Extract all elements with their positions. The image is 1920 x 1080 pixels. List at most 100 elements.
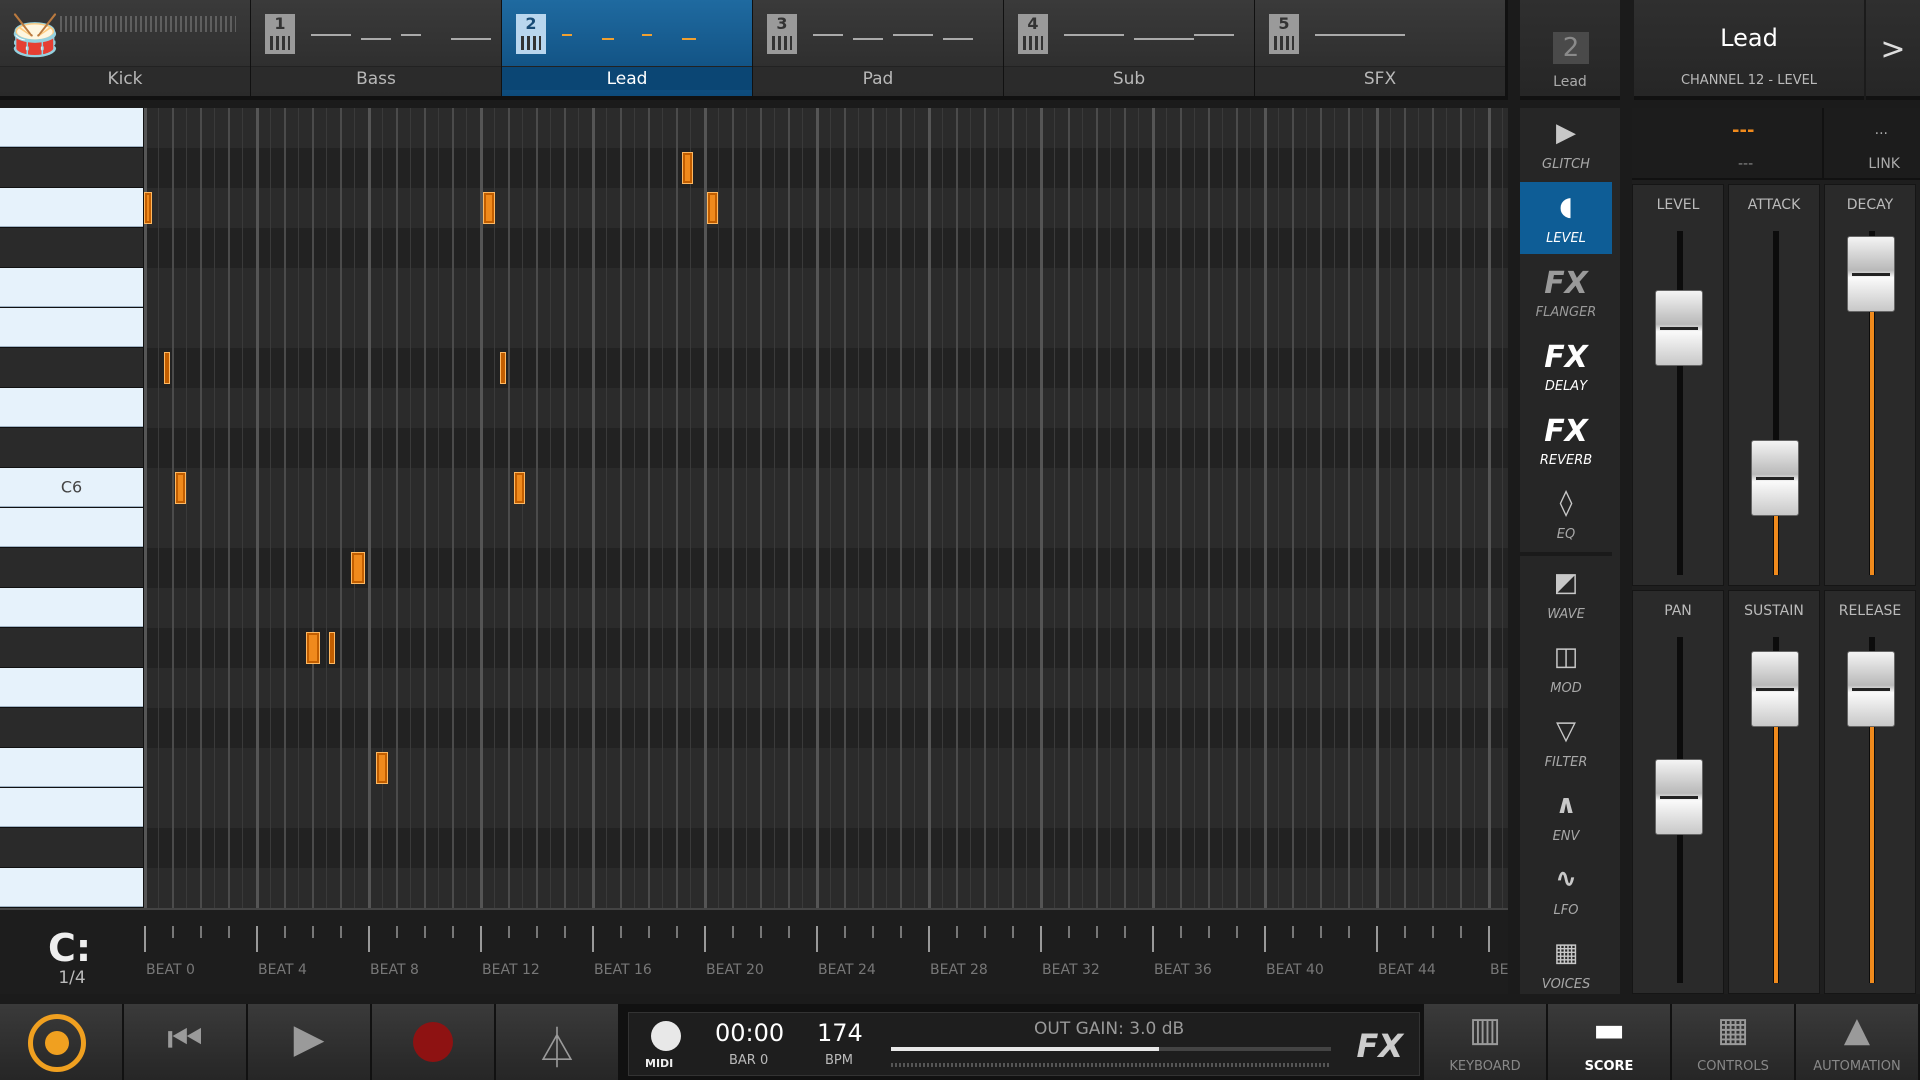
master-fx-button[interactable]: FX	[1356, 1027, 1403, 1065]
snap-value: 1/4	[58, 968, 86, 988]
piano-key[interactable]	[0, 428, 143, 467]
voices-icon: ▦	[1553, 938, 1579, 968]
app-menu-button[interactable]	[0, 1004, 124, 1080]
link-button[interactable]: LINK	[1868, 156, 1900, 172]
grid-subline	[1502, 108, 1503, 908]
piano-key[interactable]	[0, 308, 143, 347]
tool-filter[interactable]: ▽ FILTER	[1520, 706, 1612, 778]
ruler-tick	[900, 926, 902, 938]
tool-level[interactable]: ◖ LEVEL	[1520, 182, 1612, 254]
piano-key[interactable]	[0, 108, 143, 147]
tool-mod[interactable]: ◫ MOD	[1520, 632, 1612, 704]
piano-key[interactable]	[0, 628, 143, 667]
piano-key[interactable]	[0, 348, 143, 387]
snap-selector[interactable]: C: 1/4	[0, 908, 144, 994]
piano-key[interactable]	[0, 668, 143, 707]
note-block[interactable]	[376, 752, 388, 784]
note-block[interactable]	[306, 632, 321, 664]
track-kick[interactable]: 🥁 Kick	[0, 0, 251, 100]
ruler-tick	[872, 926, 874, 938]
nav-keyboard[interactable]: ▥ KEYBOARD	[1424, 1004, 1548, 1080]
note-block[interactable]	[163, 352, 170, 384]
note-block[interactable]	[174, 472, 186, 504]
nav-controls[interactable]: ▦ CONTROLS	[1672, 1004, 1796, 1080]
tool-voices[interactable]: ▦ VOICES	[1520, 928, 1612, 1000]
ruler-tick	[396, 926, 398, 938]
tool-separator	[1520, 552, 1612, 556]
channel-selector[interactable]: 2 Lead	[1520, 0, 1620, 100]
piano-key[interactable]	[0, 388, 143, 427]
grid-line	[1208, 108, 1210, 908]
fader-knob[interactable]	[1847, 650, 1895, 727]
grid-line	[1040, 108, 1043, 908]
piano-key[interactable]	[0, 228, 143, 267]
piano-keyboard[interactable]: C6	[0, 108, 144, 908]
piano-key[interactable]	[0, 588, 143, 627]
note-block[interactable]	[351, 552, 366, 584]
channel-number: 2	[1553, 32, 1589, 64]
fader-knob[interactable]	[1751, 440, 1799, 517]
piano-key[interactable]	[0, 828, 143, 867]
track-pad[interactable]: 3 Pad	[753, 0, 1004, 100]
record-button[interactable]	[372, 1004, 496, 1080]
ruler-tick	[200, 926, 202, 938]
piano-key[interactable]	[0, 708, 143, 747]
fader-knob[interactable]	[1751, 650, 1799, 727]
ruler-tick	[1348, 926, 1350, 938]
beat-ruler[interactable]: BEAT 0 BEAT 4 BEAT 8 BEAT 12 BEAT 16 BEAT 20 B…	[144, 908, 1508, 994]
note-block[interactable]	[706, 192, 718, 224]
track-bass[interactable]: 1 Bass	[251, 0, 502, 100]
track-sub[interactable]: 4 Sub	[1004, 0, 1255, 100]
piano-key[interactable]	[0, 788, 143, 827]
fader-track[interactable]	[1677, 231, 1683, 575]
note-block[interactable]	[681, 152, 693, 184]
midi-icon[interactable]	[651, 1021, 681, 1051]
out-gain-slider[interactable]	[891, 1047, 1331, 1051]
track-sfx[interactable]: 5 SFX	[1255, 0, 1506, 100]
note-block[interactable]	[499, 352, 506, 384]
piano-key[interactable]	[0, 148, 143, 187]
nav-automation[interactable]: ▲ AUTOMATION	[1796, 1004, 1920, 1080]
tool-glitch[interactable]: ▶ GLITCH	[1520, 108, 1612, 180]
note-grid[interactable]	[144, 108, 1508, 908]
bpm-display[interactable]: 174	[817, 1019, 863, 1047]
note-block[interactable]	[144, 192, 153, 224]
grid-subline	[830, 108, 831, 908]
grid-line	[844, 108, 846, 908]
tool-label: VOICES	[1541, 977, 1591, 992]
track-lead[interactable]: 2 Lead	[502, 0, 753, 100]
grid-row	[144, 828, 1508, 868]
automation-icon: ▲	[1843, 1010, 1871, 1050]
tool-env[interactable]: ∧ ENV	[1520, 780, 1612, 852]
piano-key[interactable]	[0, 188, 143, 227]
pattern-segment	[1315, 34, 1405, 36]
note-block[interactable]	[513, 472, 525, 504]
fader-knob[interactable]	[1655, 758, 1703, 835]
rewind-button[interactable]: ⏮	[124, 1004, 248, 1080]
play-button[interactable]: ▶	[248, 1004, 372, 1080]
tool-lfo[interactable]: ∿ LFO	[1520, 854, 1612, 926]
nav-score[interactable]: ▬ SCORE	[1548, 1004, 1672, 1080]
metronome-icon: ⏃	[537, 1026, 577, 1072]
tool-eq[interactable]: ◊ EQ	[1520, 478, 1612, 550]
fader-knob[interactable]	[1847, 236, 1895, 313]
snap-icon: C:	[48, 926, 92, 970]
piano-key[interactable]	[0, 508, 143, 547]
piano-key[interactable]	[0, 268, 143, 307]
piano-key[interactable]	[0, 868, 143, 907]
grid-line	[1012, 108, 1014, 908]
track-number-badge: 1	[265, 14, 295, 54]
note-block[interactable]	[328, 632, 335, 664]
next-instrument-button[interactable]: >	[1866, 0, 1920, 100]
piano-key[interactable]	[0, 548, 143, 587]
note-block[interactable]	[482, 192, 496, 224]
tool-reverb[interactable]: FX REVERB	[1520, 404, 1612, 476]
tool-wave[interactable]: ◩ WAVE	[1520, 558, 1612, 630]
metronome-button[interactable]: ⏃	[496, 1004, 620, 1080]
piano-key[interactable]: C6	[0, 468, 143, 507]
tool-flanger[interactable]: FX FLANGER	[1520, 256, 1612, 328]
tool-delay[interactable]: FX DELAY	[1520, 330, 1612, 402]
piano-key[interactable]	[0, 748, 143, 787]
fx-reverb-icon: FX	[1544, 414, 1588, 449]
fader-knob[interactable]	[1655, 289, 1703, 366]
